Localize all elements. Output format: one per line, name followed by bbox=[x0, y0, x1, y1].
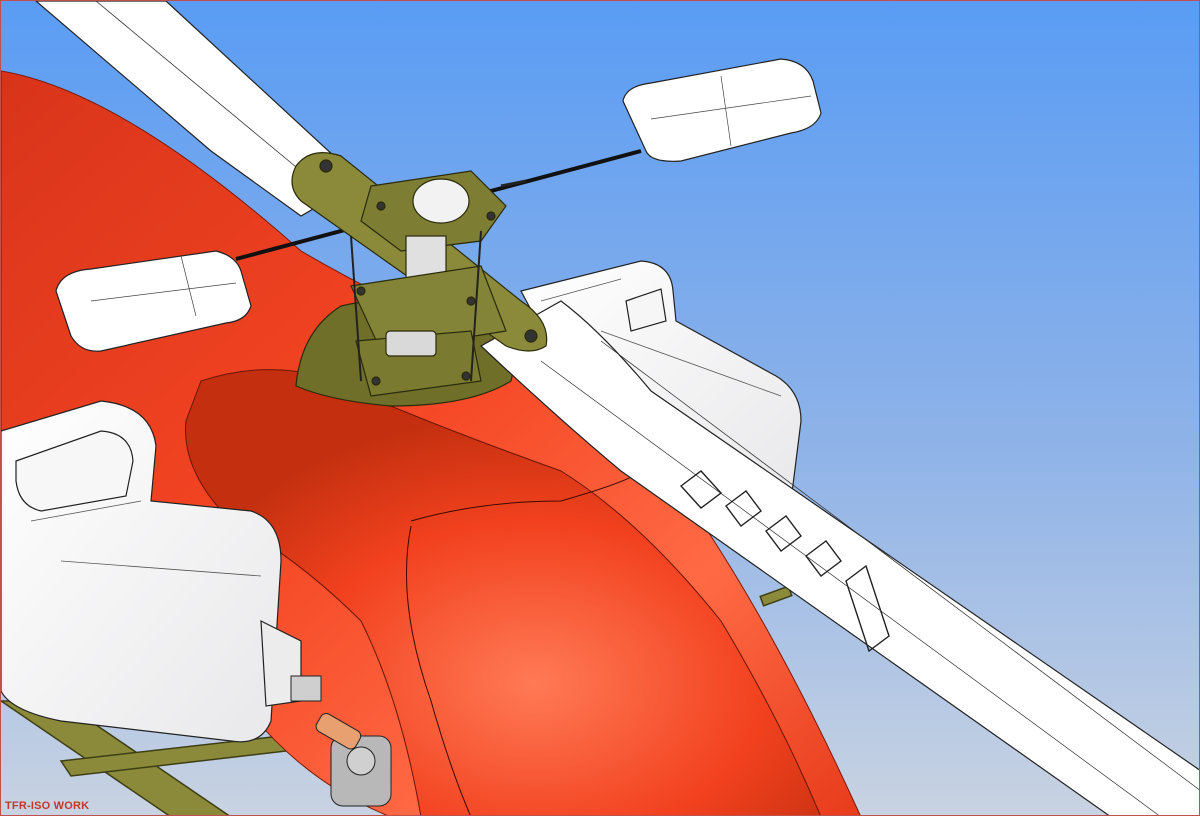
cad-model-render[interactable] bbox=[1, 1, 1200, 816]
cad-viewport[interactable]: TFR-ISO WORK bbox=[0, 0, 1200, 816]
view-name-label: TFR-ISO WORK bbox=[5, 800, 90, 812]
